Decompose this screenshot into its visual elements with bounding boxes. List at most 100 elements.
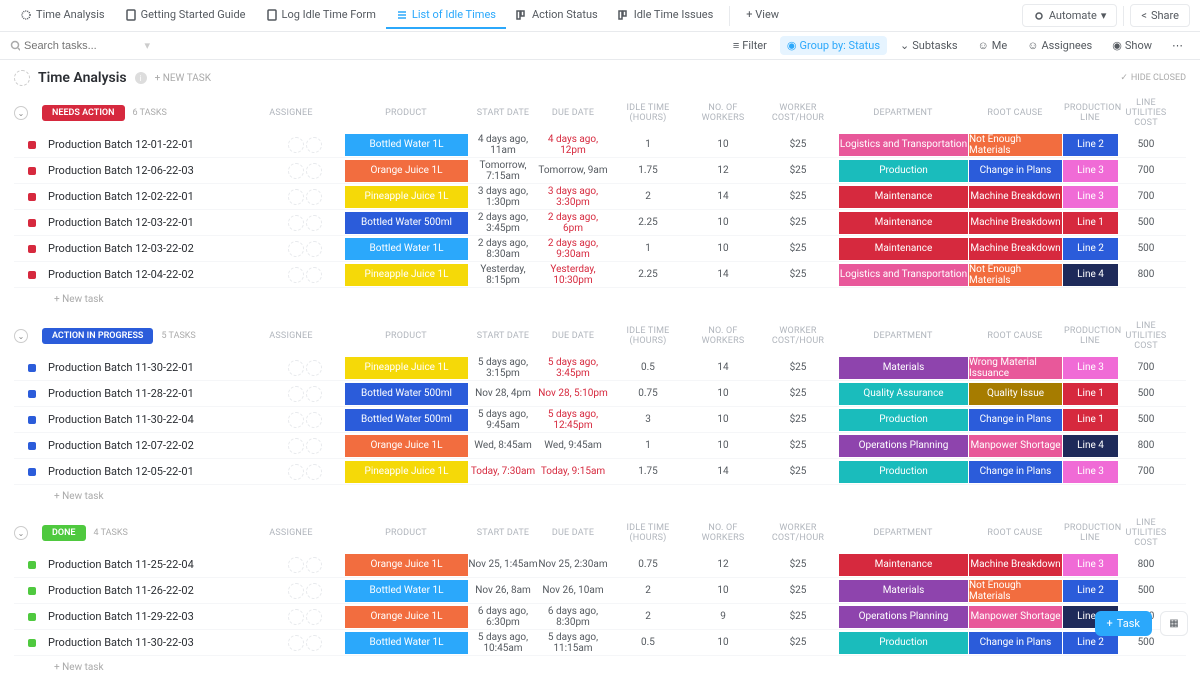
rootcause-chip[interactable]: Not Enough Materials — [968, 134, 1062, 156]
status-square[interactable] — [28, 219, 36, 227]
rootcause-chip[interactable]: Quality Issue — [968, 383, 1062, 405]
due-date[interactable]: Tomorrow, 9am — [538, 165, 608, 176]
start-date[interactable]: Yesterday, 8:15pm — [468, 264, 538, 286]
assignee-cell[interactable] — [256, 438, 326, 454]
new-task-fab[interactable]: +Task — [1095, 611, 1152, 636]
line-chip[interactable]: Line 1 — [1062, 383, 1118, 405]
due-date[interactable]: 5 days ago, 11:15am — [538, 632, 608, 654]
product-chip[interactable]: Orange Juice 1L — [344, 435, 468, 457]
due-date[interactable]: 6 days ago, 8:30pm — [538, 606, 608, 628]
task-row[interactable]: Production Batch 11-30-22-03 Bottled Wat… — [14, 630, 1186, 656]
task-row[interactable]: Production Batch 12-07-22-02 Orange Juic… — [14, 433, 1186, 459]
due-date[interactable]: 3 days ago, 3:30pm — [538, 186, 608, 208]
product-chip[interactable]: Bottled Water 1L — [344, 580, 468, 602]
task-name[interactable]: Production Batch 12-04-22-02 — [42, 268, 256, 281]
department-chip[interactable]: Maintenance — [838, 238, 968, 260]
me-button[interactable]: ☺Me — [971, 36, 1015, 55]
task-row[interactable]: Production Batch 12-03-22-02 Bottled Wat… — [14, 236, 1186, 262]
task-row[interactable]: Production Batch 12-04-22-02 Pineapple J… — [14, 262, 1186, 288]
info-icon[interactable]: i — [135, 72, 147, 84]
department-chip[interactable]: Production — [838, 461, 968, 483]
start-date[interactable]: Tomorrow, 7:15am — [468, 160, 538, 182]
start-date[interactable]: 4 days ago, 11am — [468, 134, 538, 156]
task-name[interactable]: Production Batch 12-01-22-01 — [42, 138, 256, 151]
task-name[interactable]: Production Batch 12-03-22-02 — [42, 242, 256, 255]
status-pill[interactable]: DONE — [42, 525, 86, 541]
start-date[interactable]: 5 days ago, 3:15pm — [468, 357, 538, 379]
department-chip[interactable]: Operations Planning — [838, 435, 968, 457]
apps-fab[interactable]: ▦ — [1160, 611, 1188, 636]
due-date[interactable]: Nov 26, 10am — [538, 585, 608, 596]
due-date[interactable]: Nov 25, 2:30am — [538, 559, 608, 570]
tab-action-status[interactable]: Action Status — [506, 2, 608, 29]
product-chip[interactable]: Orange Juice 1L — [344, 606, 468, 628]
task-row[interactable]: Production Batch 12-06-22-03 Orange Juic… — [14, 158, 1186, 184]
task-row[interactable]: Production Batch 12-05-22-01 Pineapple J… — [14, 459, 1186, 485]
line-chip[interactable]: Line 3 — [1062, 160, 1118, 182]
department-chip[interactable]: Quality Assurance — [838, 383, 968, 405]
department-chip[interactable]: Materials — [838, 357, 968, 379]
assignee-cell[interactable] — [256, 609, 326, 625]
product-chip[interactable]: Pineapple Juice 1L — [344, 264, 468, 286]
due-date[interactable]: 4 days ago, 12pm — [538, 134, 608, 156]
product-chip[interactable]: Pineapple Juice 1L — [344, 461, 468, 483]
due-date[interactable]: 2 days ago, 9:30am — [538, 238, 608, 260]
new-task-button[interactable]: + NEW TASK — [155, 73, 211, 84]
assignees-button[interactable]: ☺Assignees — [1020, 36, 1099, 55]
department-chip[interactable]: Materials — [838, 580, 968, 602]
rootcause-chip[interactable]: Manpower Shortage — [968, 435, 1062, 457]
new-task-row[interactable]: + New task — [14, 656, 1186, 675]
tab-log-idle[interactable]: Log Idle Time Form — [256, 2, 386, 29]
line-chip[interactable]: Line 2 — [1062, 580, 1118, 602]
subtasks-button[interactable]: ⌄Subtasks — [893, 36, 965, 55]
due-date[interactable]: 2 days ago, 6pm — [538, 212, 608, 234]
status-square[interactable] — [28, 141, 36, 149]
start-date[interactable]: 2 days ago, 8:30am — [468, 238, 538, 260]
department-chip[interactable]: Logistics and Transportation — [838, 264, 968, 286]
status-square[interactable] — [28, 390, 36, 398]
task-row[interactable]: Production Batch 12-01-22-01 Bottled Wat… — [14, 132, 1186, 158]
task-row[interactable]: Production Batch 12-03-22-01 Bottled Wat… — [14, 210, 1186, 236]
assignee-cell[interactable] — [256, 386, 326, 402]
search-box[interactable]: ▾ — [10, 39, 150, 52]
status-square[interactable] — [28, 587, 36, 595]
assignee-cell[interactable] — [256, 360, 326, 376]
start-date[interactable]: 3 days ago, 1:30pm — [468, 186, 538, 208]
assignee-cell[interactable] — [256, 267, 326, 283]
start-date[interactable]: Wed, 8:45am — [468, 440, 538, 451]
line-chip[interactable]: Line 4 — [1062, 435, 1118, 457]
rootcause-chip[interactable]: Machine Breakdown — [968, 238, 1062, 260]
product-chip[interactable]: Bottled Water 1L — [344, 632, 468, 654]
product-chip[interactable]: Pineapple Juice 1L — [344, 357, 468, 379]
start-date[interactable]: Nov 25, 1:45am — [468, 559, 538, 570]
status-square[interactable] — [28, 364, 36, 372]
assignee-cell[interactable] — [256, 189, 326, 205]
rootcause-chip[interactable]: Machine Breakdown — [968, 186, 1062, 208]
line-chip[interactable]: Line 3 — [1062, 357, 1118, 379]
due-date[interactable]: Wed, 9:45am — [538, 440, 608, 451]
task-name[interactable]: Production Batch 11-26-22-02 — [42, 584, 256, 597]
start-date[interactable]: 5 days ago, 9:45am — [468, 409, 538, 431]
assignee-cell[interactable] — [256, 241, 326, 257]
line-chip[interactable]: Line 3 — [1062, 554, 1118, 576]
tab-getting-started[interactable]: Getting Started Guide — [115, 2, 256, 29]
line-chip[interactable]: Line 2 — [1062, 238, 1118, 260]
product-chip[interactable]: Bottled Water 500ml — [344, 212, 468, 234]
assignee-cell[interactable] — [256, 583, 326, 599]
start-date[interactable]: Nov 28, 4pm — [468, 388, 538, 399]
task-row[interactable]: Production Batch 12-02-22-01 Pineapple J… — [14, 184, 1186, 210]
task-name[interactable]: Production Batch 11-30-22-04 — [42, 413, 256, 426]
assignee-cell[interactable] — [256, 163, 326, 179]
task-row[interactable]: Production Batch 11-29-22-03 Orange Juic… — [14, 604, 1186, 630]
task-name[interactable]: Production Batch 11-25-22-04 — [42, 558, 256, 571]
rootcause-chip[interactable]: Change in Plans — [968, 632, 1062, 654]
due-date[interactable]: Nov 28, 5:10pm — [538, 388, 608, 399]
status-square[interactable] — [28, 193, 36, 201]
product-chip[interactable]: Orange Juice 1L — [344, 160, 468, 182]
task-row[interactable]: Production Batch 11-26-22-02 Bottled Wat… — [14, 578, 1186, 604]
department-chip[interactable]: Production — [838, 409, 968, 431]
status-square[interactable] — [28, 561, 36, 569]
due-date[interactable]: Yesterday, 10:30pm — [538, 264, 608, 286]
task-name[interactable]: Production Batch 12-05-22-01 — [42, 465, 256, 478]
status-pill[interactable]: NEEDS ACTION — [42, 105, 125, 121]
